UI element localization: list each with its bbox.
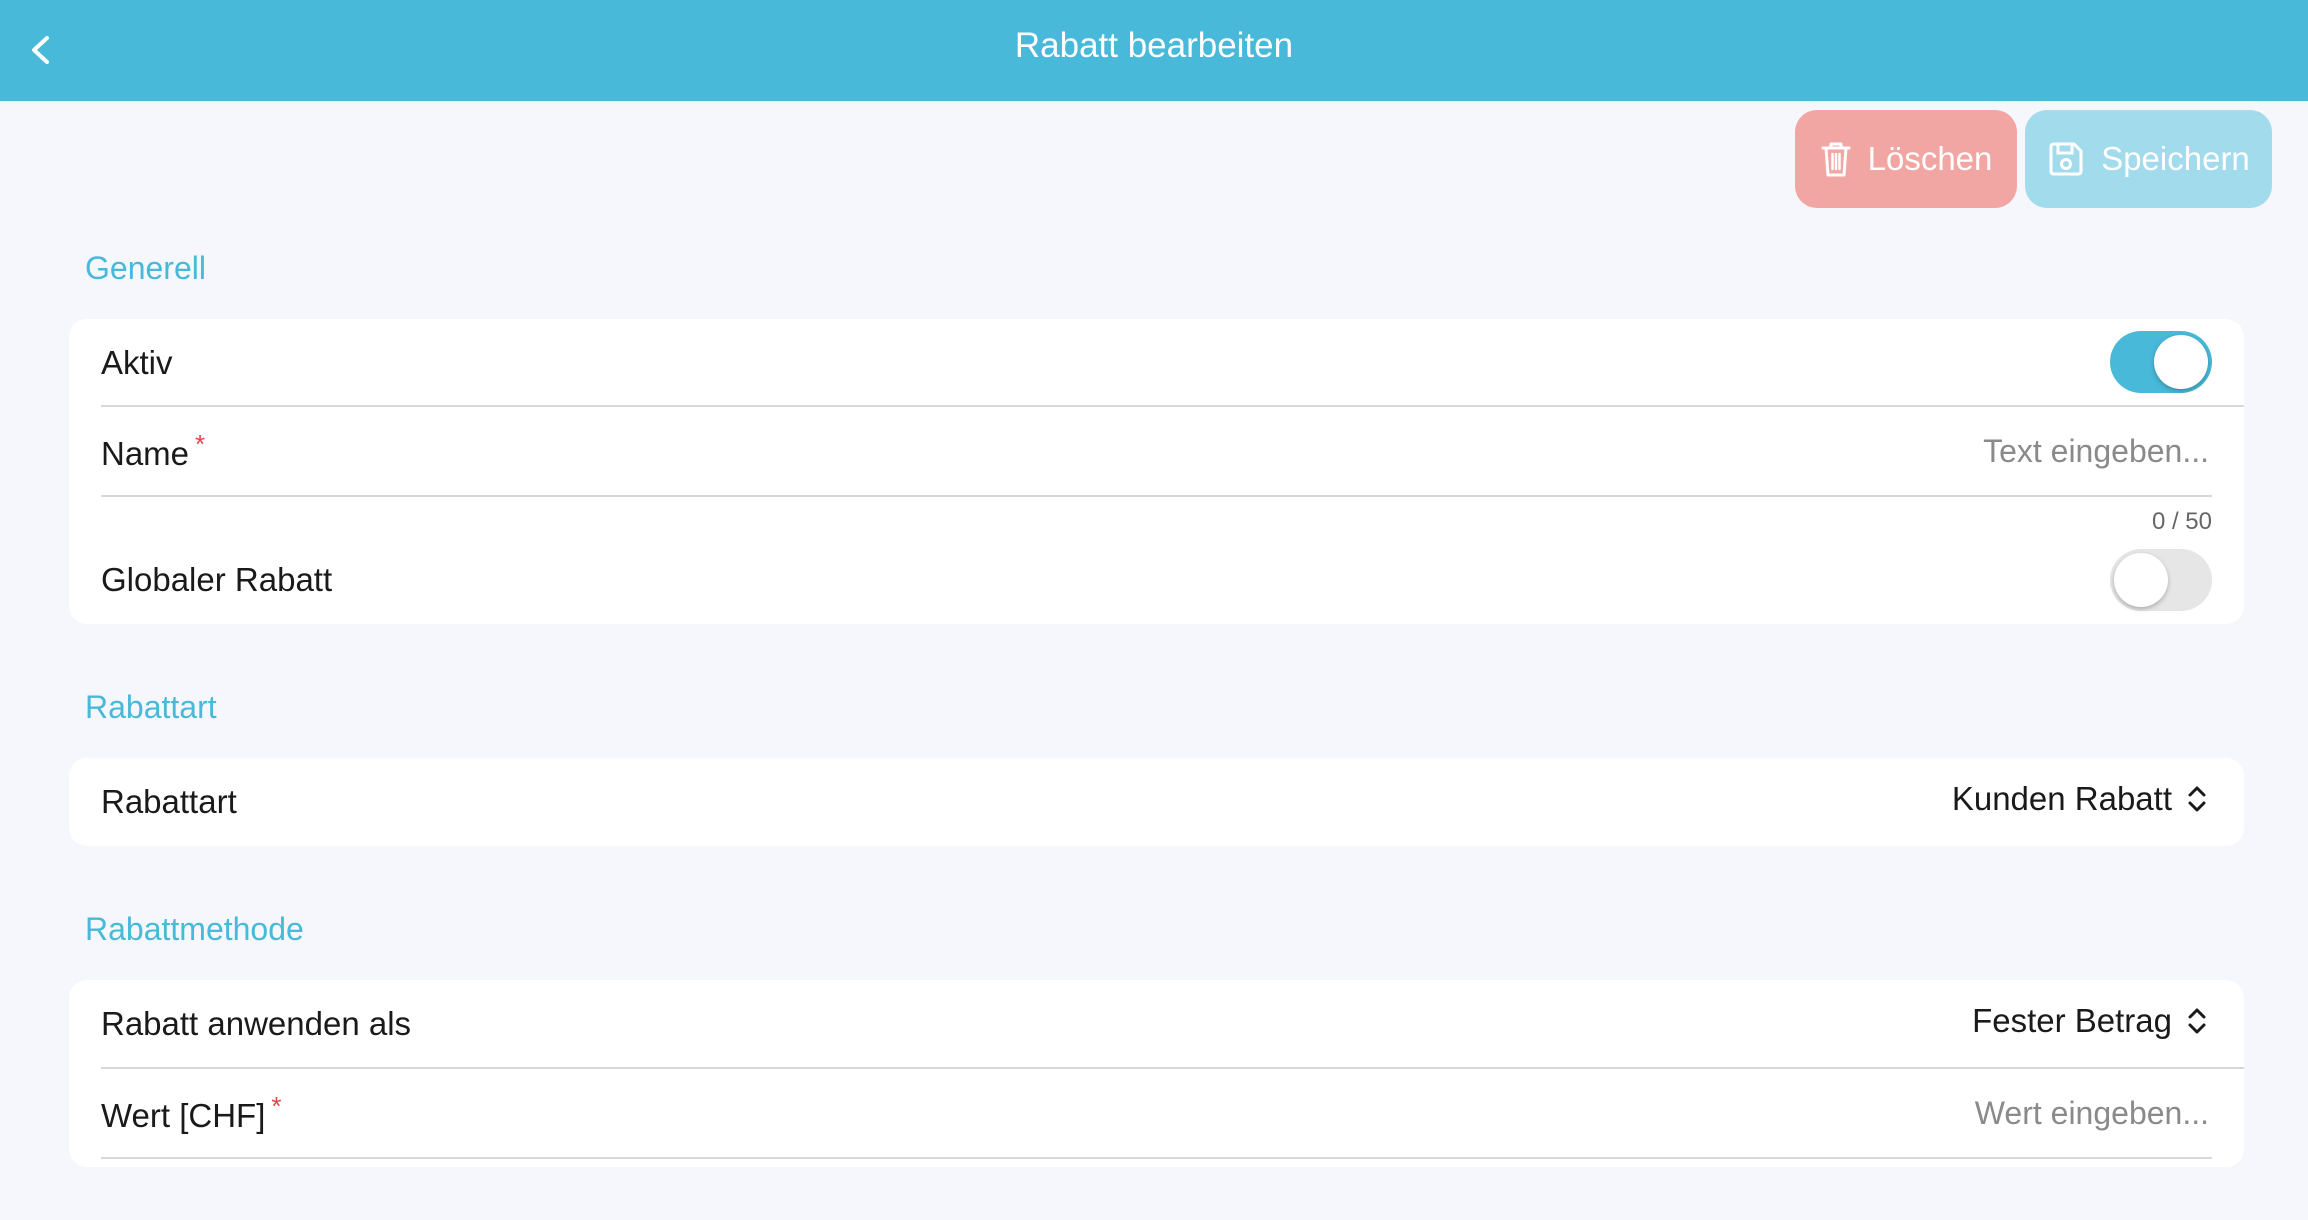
active-label: Aktiv <box>101 343 173 381</box>
save-button-label: Speichern <box>2101 140 2250 177</box>
discount-type-select[interactable]: Kunden Rabatt <box>1952 780 2208 818</box>
discount-method-card: Rabatt anwenden als Fester Betrag Wert [… <box>69 980 2244 1167</box>
value-input-underline <box>101 1157 2212 1159</box>
trash-icon <box>1821 142 1851 177</box>
top-app-bar: Rabatt bearbeiten <box>0 0 2308 101</box>
global-discount-toggle[interactable] <box>2110 549 2212 611</box>
active-row: Aktiv <box>101 319 2244 406</box>
required-marker: * <box>195 429 206 459</box>
delete-button[interactable]: Löschen <box>1795 110 2017 208</box>
name-char-counter: 0 / 50 <box>2151 508 2212 535</box>
value-label: Wert [CHF] * <box>101 1091 282 1134</box>
apply-as-select[interactable]: Fester Betrag <box>1972 1002 2208 1040</box>
section-title-discount-type: Rabattart <box>85 689 217 725</box>
discount-type-row: Rabattart Kunden Rabatt <box>101 758 2244 846</box>
section-title-discount-method: Rabattmethode <box>85 911 304 947</box>
general-card: Aktiv Name* 0 / 50 Globaler Rabatt <box>69 319 2244 624</box>
discount-type-card: Rabattart Kunden Rabatt <box>69 758 2244 846</box>
discount-type-label: Rabattart <box>101 783 237 820</box>
save-button[interactable]: Speichern <box>2025 110 2272 208</box>
value-input[interactable] <box>1507 1069 2211 1157</box>
chevron-up-down-icon <box>2188 786 2206 812</box>
required-marker: * <box>271 1091 282 1121</box>
chevron-up-down-icon <box>2188 1008 2206 1034</box>
apply-as-row: Rabatt anwenden als Fester Betrag <box>101 980 2244 1068</box>
toggle-knob <box>2114 553 2168 607</box>
active-toggle[interactable] <box>2110 331 2212 393</box>
discount-type-value: Kunden Rabatt <box>1951 780 2172 817</box>
apply-as-label: Rabatt anwenden als <box>101 1005 412 1042</box>
name-input[interactable] <box>1507 407 2211 495</box>
delete-button-label: Löschen <box>1867 140 1993 177</box>
floppy-disk-icon <box>2049 142 2083 176</box>
page-title: Rabatt bearbeiten <box>1014 26 1294 65</box>
value-row: Wert [CHF] * <box>101 1069 2244 1157</box>
global-discount-row: Globaler Rabatt <box>101 545 2244 615</box>
section-title-general: Generell <box>85 250 206 286</box>
toggle-knob <box>2154 335 2208 389</box>
global-discount-label: Globaler Rabatt <box>101 561 333 598</box>
name-row: Name * <box>101 407 2244 495</box>
name-label: Name * <box>101 429 206 472</box>
name-input-underline <box>101 495 2212 497</box>
apply-as-value: Fester Betrag <box>1972 1002 2172 1039</box>
